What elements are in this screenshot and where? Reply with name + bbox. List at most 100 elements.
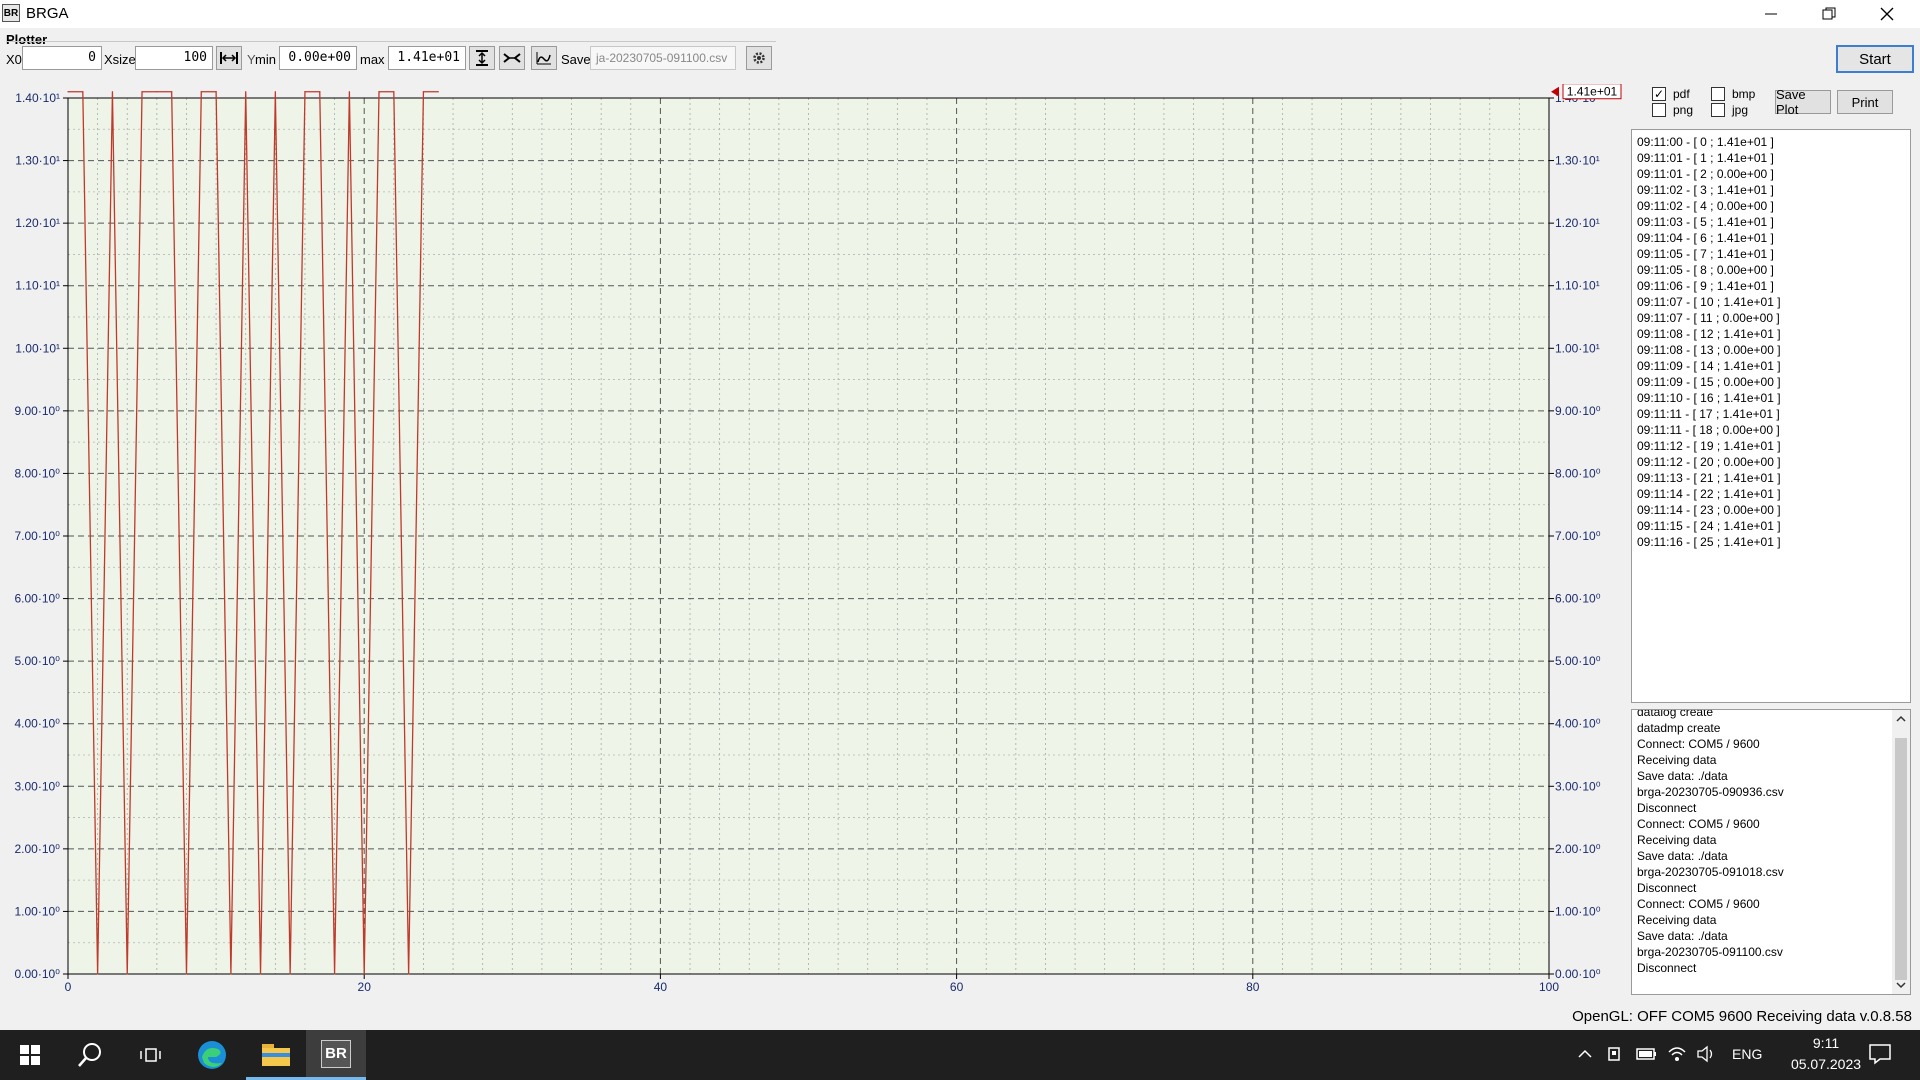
data-point <box>126 973 128 975</box>
log-entry: datalog create <box>1637 709 1714 719</box>
log-entry: Connect: COM5 / 9600 <box>1637 737 1760 751</box>
language-indicator[interactable]: ENG <box>1732 1046 1762 1062</box>
network-button[interactable] <box>1667 1044 1687 1067</box>
data-entry[interactable]: 09:11:09 - [ 14 ; 1.41e+01 ] <box>1632 358 1910 374</box>
y-tick-label: 8.00·10⁰ <box>1555 466 1601 480</box>
log-entry: Disconnect <box>1637 801 1697 815</box>
start-menu-button[interactable] <box>0 1030 60 1080</box>
y-tick-label: 0.00·10⁰ <box>1555 967 1601 981</box>
y-tick-label: 7.00·10⁰ <box>1555 529 1601 543</box>
data-point <box>200 91 202 93</box>
volume-button[interactable] <box>1696 1045 1716 1066</box>
png-checkbox[interactable] <box>1652 103 1666 117</box>
data-entry[interactable]: 09:11:07 - [ 10 ; 1.41e+01 ] <box>1632 294 1910 310</box>
show-hidden-icons-button[interactable] <box>1576 1045 1594 1066</box>
y-axis-left: 0.00·10⁰ 1.00·10⁰ 2.00·10⁰ 3.00·10⁰ 4.00·10⁰… <box>14 91 68 981</box>
tray-device-button[interactable] <box>1606 1045 1624 1066</box>
data-entry[interactable]: 09:11:14 - [ 23 ; 0.00e+00 ] <box>1632 502 1910 518</box>
log-entry: Receiving data <box>1637 913 1717 927</box>
print-button[interactable]: Print <box>1837 90 1893 114</box>
task-view-button[interactable] <box>120 1030 180 1080</box>
data-entry[interactable]: 09:11:05 - [ 7 ; 1.41e+01 ] <box>1632 246 1910 262</box>
pdf-checkbox[interactable]: ✓ <box>1652 87 1666 101</box>
jpg-checkbox[interactable] <box>1711 103 1725 117</box>
clock-date[interactable]: 05.07.2023 <box>1772 1056 1880 1072</box>
edge-button[interactable] <box>182 1030 242 1080</box>
data-entry[interactable]: 09:11:11 - [ 17 ; 1.41e+01 ] <box>1632 406 1910 422</box>
save-plot-button[interactable]: Save Plot <box>1775 87 1831 117</box>
close-button[interactable] <box>1858 0 1916 28</box>
restore-icon <box>1822 7 1836 20</box>
settings-button[interactable] <box>746 46 772 70</box>
battery-button[interactable] <box>1636 1045 1658 1066</box>
y-tick-label: 4.00·10⁰ <box>14 717 60 731</box>
data-list[interactable]: 09:11:00 - [ 0 ; 1.41e+01 ] 09:11:01 - [ … <box>1631 129 1911 703</box>
data-point <box>111 91 114 93</box>
data-point <box>289 973 291 975</box>
data-entry[interactable]: 09:11:07 - [ 11 ; 0.00e+00 ] <box>1632 310 1910 326</box>
data-entry[interactable]: 09:11:03 - [ 5 ; 1.41e+01 ] <box>1632 214 1910 230</box>
wifi-icon <box>1668 1047 1686 1061</box>
ymax-input[interactable]: 1.41e+01 <box>388 46 466 70</box>
data-entry[interactable]: 09:11:04 - [ 6 ; 1.41e+01 ] <box>1632 230 1910 246</box>
bmp-label: bmp <box>1732 87 1756 101</box>
auto-scale-button[interactable] <box>531 46 557 70</box>
start-button[interactable]: Start <box>1836 45 1914 73</box>
x0-input[interactable]: 0 <box>22 46 102 70</box>
y-tick-label: 1.10·10¹ <box>15 279 60 293</box>
data-point <box>304 91 306 93</box>
file-explorer-button[interactable] <box>246 1030 306 1080</box>
y-tick-label: 6.00·10⁰ <box>1555 592 1601 606</box>
fit-x-button[interactable] <box>216 46 242 70</box>
scroll-down-icon[interactable] <box>1892 976 1910 994</box>
data-entry[interactable]: 09:11:09 - [ 15 ; 0.00e+00 ] <box>1632 374 1910 390</box>
search-button[interactable] <box>60 1030 120 1080</box>
data-point <box>245 91 247 93</box>
zoom-collapse-button[interactable] <box>499 46 525 70</box>
data-entry[interactable]: 09:11:05 - [ 8 ; 0.00e+00 ] <box>1632 262 1910 278</box>
plot-area[interactable]: 0.00·10⁰ 1.00·10⁰ 2.00·10⁰ 3.00·10⁰ 4.00·10⁰… <box>0 84 1630 994</box>
log-entry: Receiving data <box>1637 753 1717 767</box>
data-entry[interactable]: 09:11:13 - [ 21 ; 1.41e+01 ] <box>1632 470 1910 486</box>
log-entry: Connect: COM5 / 9600 <box>1637 817 1760 831</box>
data-entry[interactable]: 09:11:16 - [ 25 ; 1.41e+01 ] <box>1632 534 1910 550</box>
restore-button[interactable] <box>1800 0 1858 28</box>
y-tick-label: 1.00·10⁰ <box>14 904 60 918</box>
y-tick-label: 0.00·10⁰ <box>14 967 60 981</box>
windows-icon <box>20 1045 40 1065</box>
data-entry[interactable]: 09:11:10 - [ 16 ; 1.41e+01 ] <box>1632 390 1910 406</box>
xsize-input[interactable]: 100 <box>135 46 213 70</box>
chevron-up-icon <box>1578 1049 1592 1058</box>
data-entry[interactable]: 09:11:08 - [ 13 ; 0.00e+00 ] <box>1632 342 1910 358</box>
ymin-input[interactable]: 0.00e+00 <box>279 46 357 70</box>
data-entry[interactable]: 09:11:08 - [ 12 ; 1.41e+01 ] <box>1632 326 1910 342</box>
minimize-button[interactable] <box>1742 0 1800 28</box>
app-icon: BR <box>2 4 20 22</box>
notifications-button[interactable] <box>1868 1043 1892 1068</box>
data-point <box>156 91 158 93</box>
data-entry[interactable]: 09:11:12 - [ 20 ; 0.00e+00 ] <box>1632 454 1910 470</box>
data-entry[interactable]: 09:11:12 - [ 19 ; 1.41e+01 ] <box>1632 438 1910 454</box>
log-entry: brga-20230705-091018.csv <box>1637 865 1784 879</box>
clock-time[interactable]: 9:11 <box>1796 1035 1856 1051</box>
notification-icon <box>1869 1044 1891 1065</box>
log-scrollbar[interactable] <box>1892 710 1910 994</box>
data-entry[interactable]: 09:11:02 - [ 3 ; 1.41e+01 ] <box>1632 182 1910 198</box>
scroll-up-icon[interactable] <box>1892 710 1910 728</box>
brga-taskbar-button[interactable]: BR <box>306 1030 366 1080</box>
log-box[interactable]: datalog create datadmp create Connect: COM… <box>1631 709 1911 995</box>
data-point <box>141 91 143 93</box>
xsize-label: Xsize <box>104 52 136 67</box>
data-entry[interactable]: 09:11:15 - [ 24 ; 1.41e+01 ] <box>1632 518 1910 534</box>
data-entry[interactable]: 09:11:14 - [ 22 ; 1.41e+01 ] <box>1632 486 1910 502</box>
data-entry[interactable]: 09:11:01 - [ 2 ; 0.00e+00 ] <box>1632 166 1910 182</box>
data-entry[interactable]: 09:11:00 - [ 0 ; 1.41e+01 ] <box>1632 134 1910 150</box>
save-filename-field: ja-20230705-091100.csv <box>590 46 736 70</box>
data-entry[interactable]: 09:11:01 - [ 1 ; 1.41e+01 ] <box>1632 150 1910 166</box>
data-entry[interactable]: 09:11:11 - [ 18 ; 0.00e+00 ] <box>1632 422 1910 438</box>
bmp-checkbox[interactable] <box>1711 87 1725 101</box>
data-entry[interactable]: 09:11:06 - [ 9 ; 1.41e+01 ] <box>1632 278 1910 294</box>
data-entry[interactable]: 09:11:02 - [ 4 ; 0.00e+00 ] <box>1632 198 1910 214</box>
scroll-thumb[interactable] <box>1895 738 1907 980</box>
fit-y-button[interactable] <box>469 46 495 70</box>
